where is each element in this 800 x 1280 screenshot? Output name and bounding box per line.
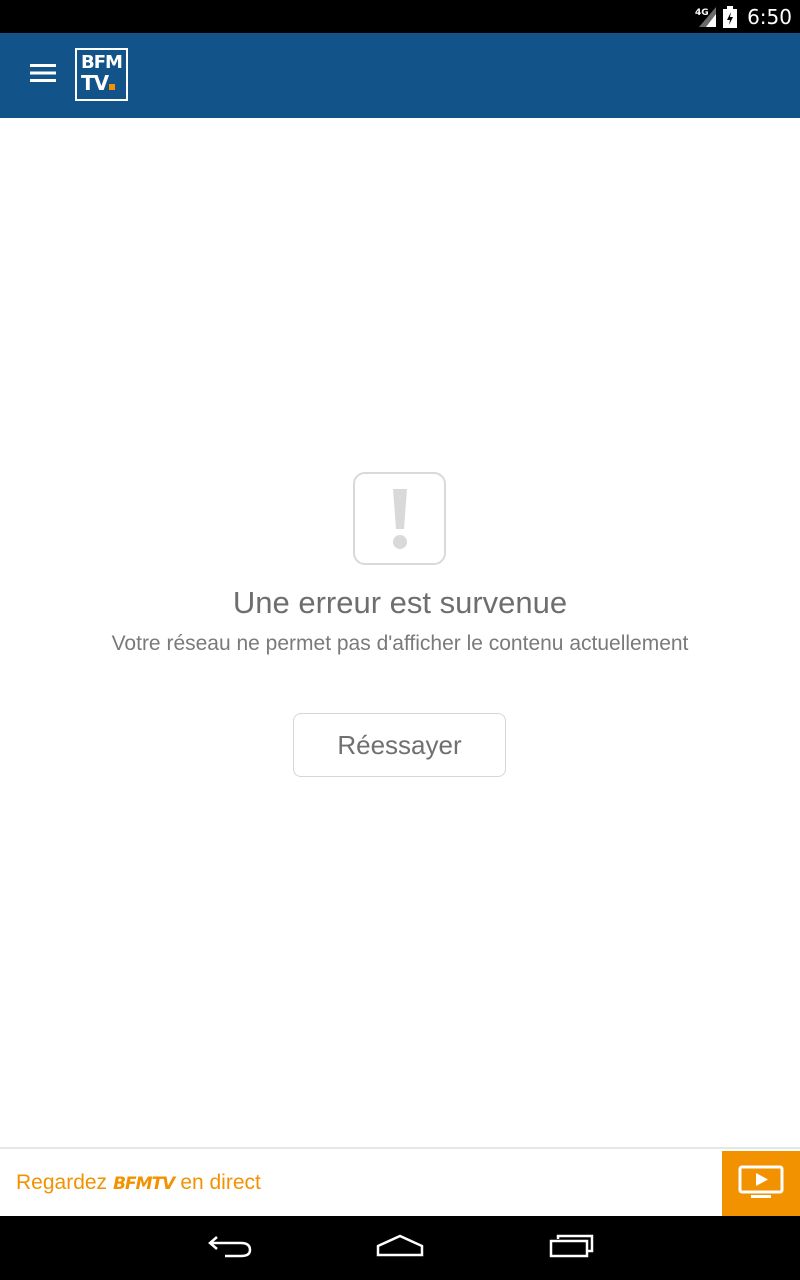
battery-icon [723, 5, 738, 28]
error-title: Une erreur est survenue [232, 585, 568, 620]
tv-play-icon [738, 1165, 784, 1204]
live-brand: BFMTV [113, 1173, 175, 1194]
back-button[interactable] [200, 1228, 260, 1268]
error-message: Votre réseau ne permet pas d'afficher le… [111, 632, 689, 655]
bfmtv-logo: BFM TV [75, 48, 128, 101]
logo-dot [109, 84, 116, 90]
home-button[interactable] [370, 1228, 430, 1268]
menu-button[interactable] [11, 44, 75, 108]
recent-apps-button[interactable] [541, 1228, 601, 1268]
hamburger-menu-icon [30, 63, 56, 88]
signal-icon: 4G [695, 6, 717, 28]
home-icon [375, 1233, 425, 1264]
back-icon [207, 1233, 253, 1264]
status-time: 6:50 [747, 4, 792, 29]
status-bar: 4G 6:50 [0, 0, 800, 33]
system-nav-bar [0, 1216, 800, 1280]
logo-line1: BFM [81, 52, 123, 73]
retry-button[interactable]: Réessayer [293, 713, 506, 777]
network-type: 4G [695, 8, 709, 18]
app-bar: BFM TV [0, 33, 800, 118]
live-banner[interactable]: Regardez BFMTV en direct [0, 1147, 800, 1217]
watch-live-button[interactable] [722, 1151, 800, 1217]
live-suffix: en direct [180, 1170, 261, 1194]
logo-line2: TV [81, 71, 109, 95]
recent-apps-icon [548, 1233, 594, 1264]
live-banner-text[interactable]: Regardez BFMTV en direct [16, 1171, 261, 1195]
live-prefix: Regardez [16, 1170, 108, 1194]
warning-exclamation-icon [353, 472, 446, 565]
